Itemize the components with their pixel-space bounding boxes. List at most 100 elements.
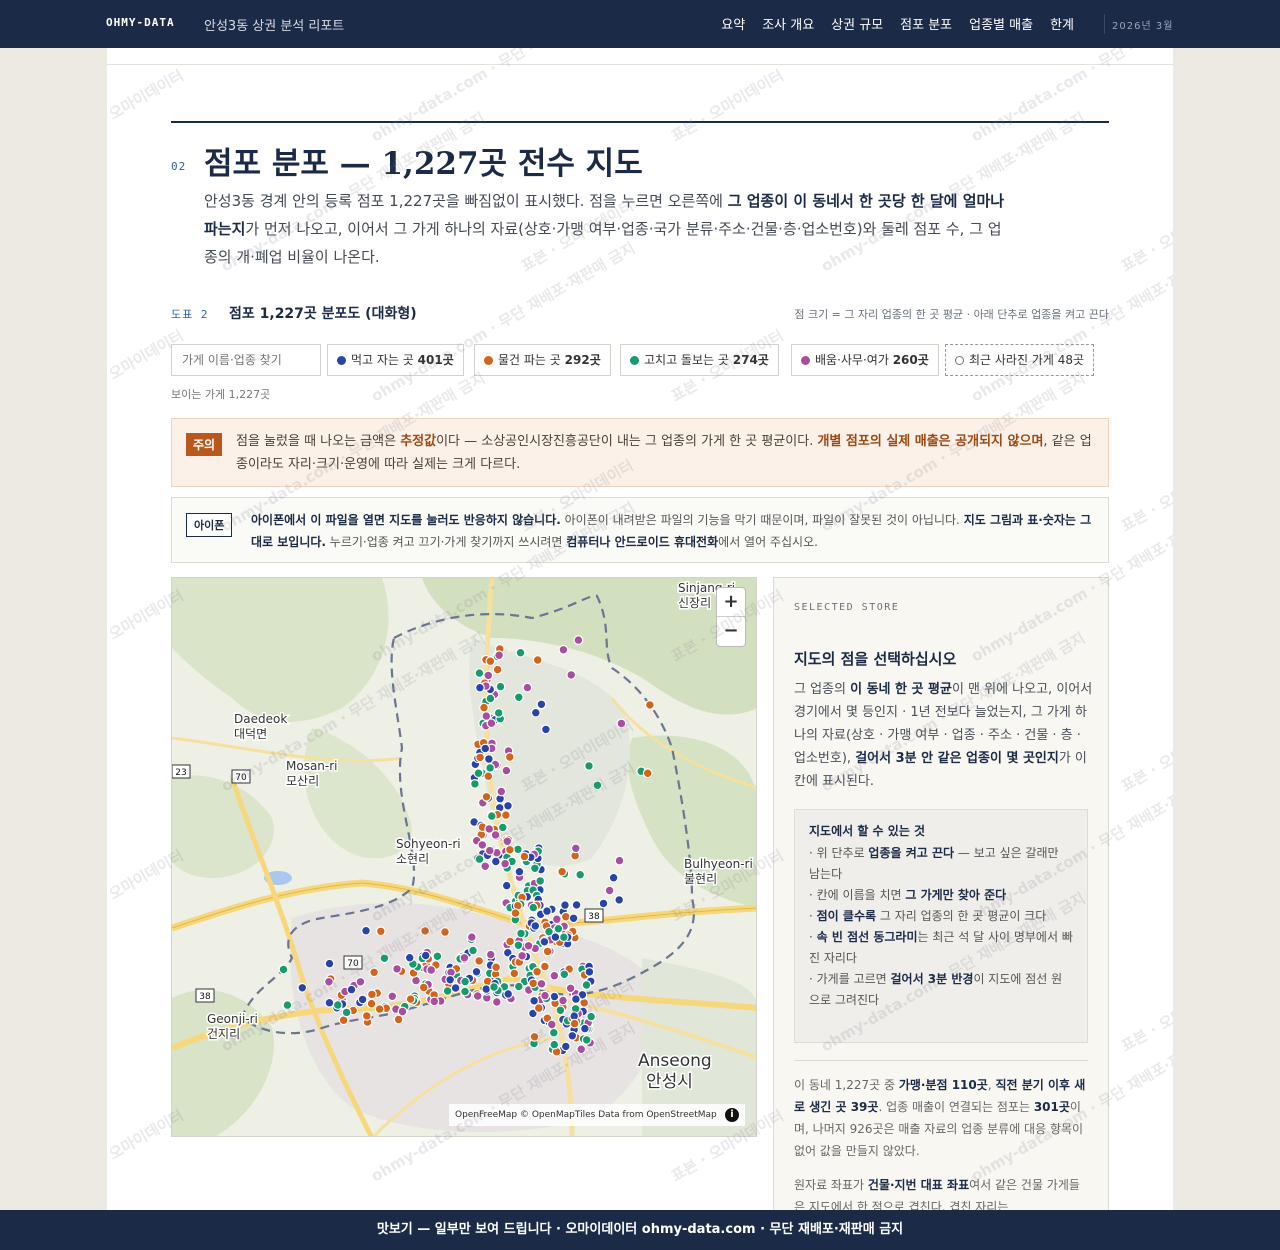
store-dot[interactable] (480, 861, 491, 872)
zoom-out-button[interactable]: − (717, 617, 745, 646)
store-dot[interactable] (445, 974, 456, 985)
store-dot[interactable] (558, 995, 568, 1006)
store-dot[interactable] (442, 986, 453, 996)
store-dot[interactable] (503, 989, 514, 999)
store-dot[interactable] (468, 945, 478, 956)
store-dot[interactable] (355, 976, 366, 987)
store-dot[interactable] (483, 771, 494, 782)
store-dot[interactable] (429, 996, 440, 1007)
store-dot[interactable] (549, 1039, 560, 1050)
store-dot[interactable] (608, 872, 619, 883)
store-dot[interactable] (553, 923, 564, 934)
store-dot[interactable] (549, 970, 560, 981)
store-dot[interactable] (571, 900, 582, 910)
store-dot[interactable] (491, 997, 502, 1007)
store-dot[interactable] (557, 866, 568, 877)
store-dot[interactable] (493, 707, 504, 718)
store-dot[interactable] (471, 966, 482, 977)
store-dot[interactable] (324, 997, 335, 1008)
store-dot[interactable] (550, 932, 561, 943)
store-dot[interactable] (379, 953, 390, 964)
store-dot[interactable] (501, 880, 512, 891)
store-dot[interactable] (475, 682, 485, 693)
store-dot[interactable] (484, 823, 495, 834)
store-dot[interactable] (346, 984, 357, 995)
store-dot[interactable] (397, 1006, 408, 1017)
store-dot[interactable] (513, 692, 524, 703)
store-dot[interactable] (569, 1018, 580, 1029)
store-dot[interactable] (485, 762, 496, 773)
store-dot[interactable] (576, 1044, 587, 1055)
nav-link-summary[interactable]: 요약 (721, 14, 745, 33)
store-dot[interactable] (341, 1007, 352, 1018)
store-dot[interactable] (532, 655, 543, 665)
store-dot[interactable] (522, 682, 533, 693)
store-dot[interactable] (598, 898, 609, 909)
store-dot[interactable] (495, 681, 506, 692)
store-dot[interactable] (420, 926, 431, 936)
filter-chip-retail[interactable]: 물건 파는 곳 292곳 (474, 344, 611, 376)
store-dot[interactable] (540, 961, 550, 972)
store-dot[interactable] (475, 752, 486, 763)
store-dot[interactable] (567, 1030, 578, 1041)
store-dot[interactable] (575, 869, 586, 880)
store-dot[interactable] (374, 1004, 385, 1015)
store-dot[interactable] (480, 743, 491, 754)
filter-chip-repair-care[interactable]: 고치고 돌보는 곳 274곳 (620, 344, 779, 376)
store-dot[interactable] (496, 786, 507, 797)
store-dot[interactable] (516, 928, 526, 939)
store-dot[interactable] (501, 810, 511, 821)
store-dot[interactable] (440, 927, 450, 937)
store-dot[interactable] (418, 982, 429, 993)
store-dot[interactable] (555, 1005, 566, 1016)
store-dot[interactable] (504, 752, 515, 762)
nav-link-sales[interactable]: 업종별 매출 (969, 14, 1033, 33)
store-dot[interactable] (546, 1019, 557, 1030)
store-dot[interactable] (570, 843, 581, 854)
store-dot[interactable] (387, 991, 398, 1002)
store-dot[interactable] (505, 844, 515, 855)
store-dot[interactable] (616, 718, 627, 729)
store-dot[interactable] (470, 778, 480, 789)
store-dot[interactable] (614, 895, 625, 905)
store-dot[interactable] (529, 1031, 540, 1042)
store-dot[interactable] (324, 958, 335, 969)
filter-chip-closed[interactable]: 최근 사라진 가게 48곳 (945, 344, 1095, 376)
store-dot[interactable] (297, 982, 308, 993)
store-dot[interactable] (366, 989, 377, 1000)
store-dot[interactable] (466, 932, 477, 943)
nav-link-overview[interactable]: 조사 개요 (762, 14, 814, 33)
store-dot[interactable] (560, 900, 570, 911)
store-dot[interactable] (404, 952, 415, 963)
store-dot[interactable] (542, 946, 553, 957)
store-dot[interactable] (282, 1000, 293, 1011)
store-dot[interactable] (366, 998, 377, 1009)
store-dot[interactable] (502, 836, 513, 847)
store-dot[interactable] (460, 976, 471, 987)
store-map[interactable]: 70 70 38 38 23 Daedeok 대덕면 Mosan-ri 모산리 Sohyeon-… (171, 577, 757, 1137)
store-dot[interactable] (501, 765, 512, 776)
store-dot[interactable] (586, 1011, 597, 1022)
store-dot[interactable] (584, 760, 594, 771)
store-dot[interactable] (530, 707, 541, 718)
store-dot[interactable] (426, 965, 437, 975)
store-dot[interactable] (503, 800, 513, 811)
store-dot[interactable] (484, 845, 495, 856)
store-dot[interactable] (584, 967, 595, 977)
store-dot[interactable] (536, 978, 547, 989)
store-dot[interactable] (523, 940, 534, 951)
store-dot[interactable] (323, 976, 334, 987)
store-dot[interactable] (614, 855, 625, 866)
store-dot[interactable] (278, 964, 289, 975)
store-dot[interactable] (604, 885, 615, 896)
store-dot[interactable] (517, 950, 528, 961)
store-dot[interactable] (479, 702, 489, 713)
store-dot[interactable] (642, 768, 653, 779)
store-search-input[interactable] (171, 344, 321, 376)
store-dot[interactable] (560, 1041, 571, 1052)
store-dot[interactable] (477, 840, 488, 850)
store-dot[interactable] (581, 1035, 592, 1045)
store-dot[interactable] (579, 997, 590, 1008)
store-dot[interactable] (530, 863, 540, 874)
store-dot[interactable] (560, 911, 571, 922)
